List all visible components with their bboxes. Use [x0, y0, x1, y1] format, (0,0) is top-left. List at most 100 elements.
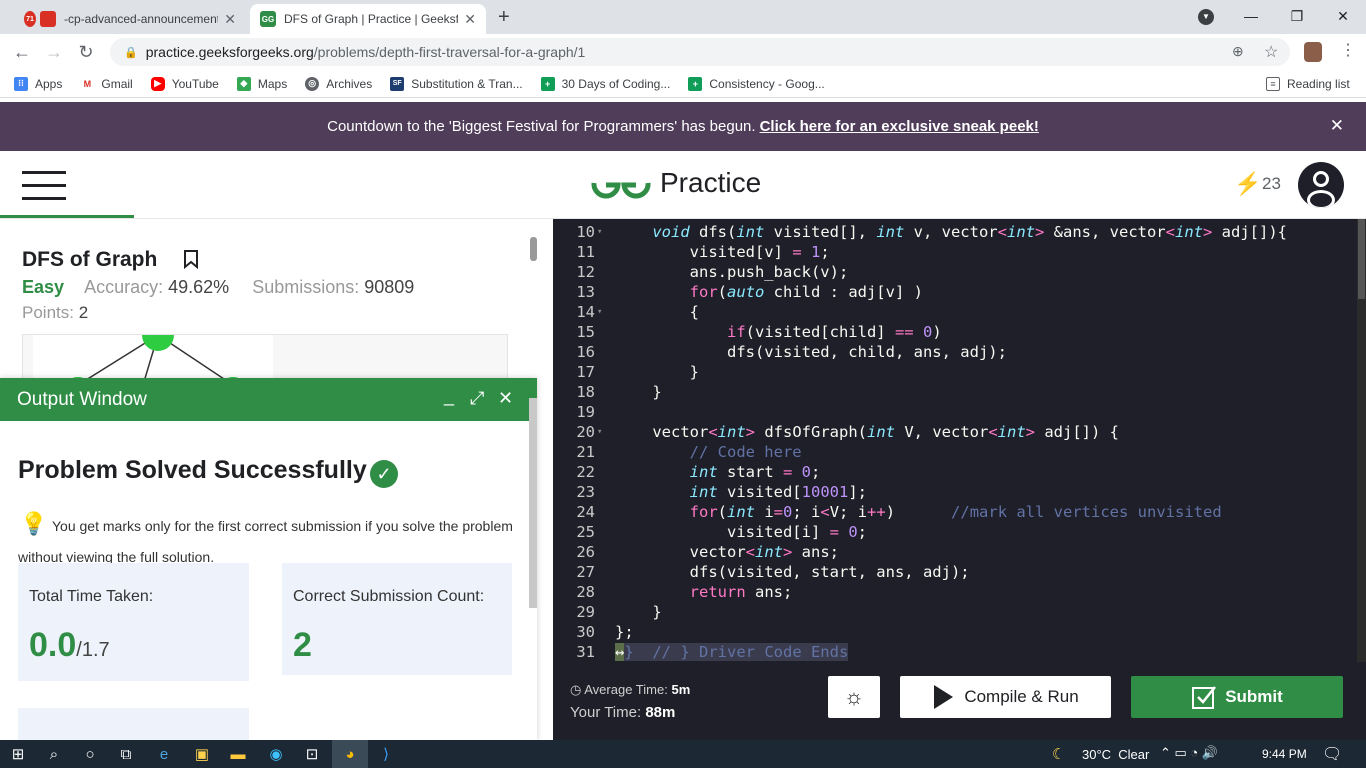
code-line[interactable]: 10 ▾ void dfs(int visited[], int v, vecto…: [553, 222, 1357, 242]
submissions-label: Submissions:: [252, 277, 360, 297]
code-line[interactable]: 14 ▾ {: [553, 302, 1357, 322]
fold-arrow-icon[interactable]: ▾: [597, 422, 602, 442]
bookmark-youtube[interactable]: ▶ YouTube: [150, 76, 219, 91]
line-number: 18: [576, 383, 595, 401]
expand-output-icon[interactable]: ⤢: [470, 388, 484, 409]
close-tab-icon[interactable]: ✕: [464, 11, 476, 28]
compile-label: Compile & Run: [964, 687, 1079, 706]
output-window: Output Window _ ⤢ ✕ Problem Solved Succe…: [0, 378, 537, 740]
weather-text[interactable]: 30°C Clear: [1082, 747, 1149, 762]
close-output-icon[interactable]: ✕: [498, 388, 513, 409]
line-number: 28: [576, 583, 595, 601]
line-number: 10: [576, 223, 595, 241]
promo-banner: Countdown to the 'Biggest Festival for P…: [0, 102, 1366, 151]
bookmark-maps[interactable]: ◆ Maps: [236, 76, 287, 91]
search-icon[interactable]: ⌕: [36, 740, 72, 768]
code-line[interactable]: 18 }: [553, 382, 1357, 402]
code-line[interactable]: 24 for(int i=0; i<V; i++) //mark all ver…: [553, 502, 1357, 522]
code-line[interactable]: 29 }: [553, 602, 1357, 622]
points-row: Points: 2: [22, 303, 88, 323]
zoom-icon[interactable]: ⊕: [1232, 43, 1244, 60]
compile-run-button[interactable]: Compile & Run: [900, 676, 1111, 718]
bookmark-gmail[interactable]: M Gmail: [80, 76, 133, 91]
code-line[interactable]: 17 }: [553, 362, 1357, 382]
clock[interactable]: 9:44 PM: [1262, 747, 1307, 761]
code-line[interactable]: 30};: [553, 622, 1357, 642]
close-banner-icon[interactable]: ✕: [1330, 116, 1344, 136]
minimize-output-icon[interactable]: _: [444, 386, 454, 407]
new-tab-icon[interactable]: +: [498, 6, 510, 29]
code-line[interactable]: 19: [553, 402, 1357, 422]
notification-badge-icon: 71: [24, 11, 36, 27]
bookmark-apps[interactable]: ⁝⁝ Apps: [14, 76, 62, 91]
cortana-icon[interactable]: ○: [72, 740, 108, 768]
address-bar[interactable]: 🔒 practice.geeksforgeeks.org /problems/d…: [110, 38, 1290, 66]
edge-legacy-icon[interactable]: e: [146, 740, 182, 768]
close-window-icon[interactable]: ✕: [1320, 0, 1366, 32]
code-line[interactable]: 23 int visited[10001];: [553, 482, 1357, 502]
task-view-icon[interactable]: ⧉: [108, 740, 144, 768]
banner-link[interactable]: Click here for an exclusive sneak peek!: [760, 118, 1039, 135]
notifications-icon[interactable]: 🗨: [1322, 744, 1342, 764]
tab-gmail[interactable]: 71 -cp-advanced-announcement ✕: [14, 4, 246, 34]
code-line[interactable]: 31 ↔} // } Driver Code Ends: [553, 642, 1357, 662]
code-line[interactable]: 25 visited[i] = 0;: [553, 522, 1357, 542]
points-label: Points:: [22, 303, 74, 322]
minimize-icon[interactable]: —: [1228, 0, 1274, 32]
profile-avatar[interactable]: [1304, 42, 1322, 62]
code-editor[interactable]: 10 ▾ void dfs(int visited[], int v, vecto…: [553, 219, 1357, 662]
bookmark-label: YouTube: [171, 76, 219, 91]
bookmark-substitution[interactable]: SF Substitution & Tran...: [390, 76, 523, 91]
reading-list-label: Reading list: [1287, 76, 1350, 91]
bookmark-30-days[interactable]: +30 Days of Coding...: [540, 76, 670, 91]
panel-scrollbar[interactable]: [530, 237, 537, 261]
close-tab-icon[interactable]: ✕: [224, 11, 236, 28]
reload-icon[interactable]: ↻: [70, 34, 102, 70]
tab-dfs-of-graph[interactable]: GG DFS of Graph | Practice | GeeksforGee…: [250, 4, 486, 34]
code-line[interactable]: 11 visited[v] = 1;: [553, 242, 1357, 262]
code-line[interactable]: 12 ans.push_back(v);: [553, 262, 1357, 282]
fold-arrow-icon[interactable]: ▾: [597, 302, 602, 322]
file-explorer-icon[interactable]: ▬: [220, 740, 256, 768]
theme-toggle-button[interactable]: ☼: [828, 676, 880, 718]
brand-logo[interactable]: Practice: [590, 165, 761, 201]
code-line[interactable]: 28 return ans;: [553, 582, 1357, 602]
reading-list[interactable]: ≡ Reading list: [1266, 76, 1350, 91]
time-limit: /1.7: [76, 639, 110, 661]
output-scrollbar[interactable]: [529, 398, 537, 608]
user-avatar[interactable]: [1298, 162, 1344, 208]
windows-start-icon[interactable]: ⊞: [0, 740, 36, 768]
gfg-logo-icon: [591, 182, 651, 199]
chrome-icon[interactable]: ◕: [332, 740, 368, 768]
back-icon[interactable]: ←: [6, 34, 38, 70]
code-text: // Code here: [689, 443, 802, 461]
code-line[interactable]: 13 for(auto child : adj[v] ): [553, 282, 1357, 302]
menu-icon[interactable]: ⋮: [1340, 40, 1356, 60]
submit-button[interactable]: Submit: [1131, 676, 1343, 718]
edge-icon[interactable]: ◉: [258, 740, 294, 768]
store-icon[interactable]: ▣: [184, 740, 220, 768]
stat-card-value: 0.0/1.7: [29, 626, 110, 665]
hamburger-menu-icon[interactable]: [22, 171, 66, 200]
network-app-icon[interactable]: ⊡: [294, 740, 330, 768]
code-line[interactable]: 22 int start = 0;: [553, 462, 1357, 482]
bookmark-star-icon[interactable]: ☆: [1264, 42, 1278, 62]
bookmark-consistency[interactable]: + Consistency - Goog...: [688, 76, 825, 91]
bookmark-archives[interactable]: ◎ Archives: [305, 76, 372, 91]
check-square-icon: [1192, 686, 1217, 709]
bookmark-icon[interactable]: [183, 249, 199, 275]
code-text: int visited[10001];: [689, 483, 867, 501]
code-line[interactable]: 16 dfs(visited, child, ans, adj);: [553, 342, 1357, 362]
tab-search-icon[interactable]: ▼: [1198, 9, 1214, 25]
restore-icon[interactable]: ❐: [1274, 0, 1320, 32]
vscode-icon[interactable]: ⟩: [368, 740, 404, 768]
code-line[interactable]: 27 dfs(visited, start, ans, adj);: [553, 562, 1357, 582]
code-line[interactable]: 21 // Code here: [553, 442, 1357, 462]
forward-icon[interactable]: →: [38, 34, 70, 70]
code-line[interactable]: 26 vector<int> ans;: [553, 542, 1357, 562]
fold-arrow-icon[interactable]: ▾: [597, 222, 602, 242]
code-line[interactable]: 15 if(visited[child] == 0): [553, 322, 1357, 342]
tray-icons[interactable]: ⌃ ▭ ◔ 🔊: [1160, 745, 1218, 761]
stat-card-partial: [18, 708, 249, 740]
code-line[interactable]: 20 ▾ vector<int> dfsOfGraph(int V, vector…: [553, 422, 1357, 442]
